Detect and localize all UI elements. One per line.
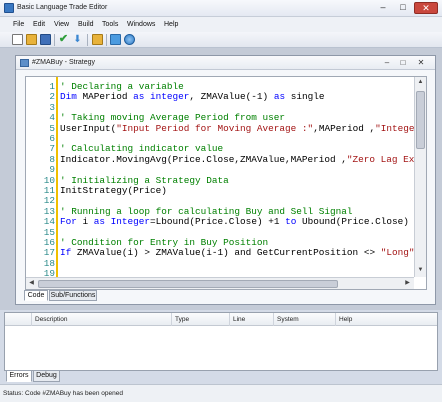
new-file-icon[interactable] — [12, 34, 23, 45]
errors-grid-header: Description Type Line System Help — [5, 313, 437, 326]
tab-sub-functions[interactable]: Sub/Functions — [49, 290, 97, 301]
scroll-right-icon[interactable]: ▶ — [402, 278, 413, 289]
horizontal-scroll-thumb[interactable] — [38, 280, 338, 288]
code-token: ' Taking moving Average Period from user — [60, 112, 286, 124]
code-token: =Lbound(Price.Close) +1 — [150, 216, 286, 228]
download-icon[interactable]: ⬇ — [72, 34, 83, 45]
tab-code[interactable]: Code — [24, 290, 48, 301]
status-bar: Status: Code #ZMABuy has been opened — [0, 384, 442, 402]
maximize-button[interactable]: □ — [394, 2, 412, 14]
code-token: , ZMAValue(-1) — [189, 91, 274, 103]
toolbar-separator — [87, 34, 88, 46]
window-title: Basic Language Trade Editor — [17, 4, 108, 11]
code-token: ' Declaring a variable — [60, 81, 184, 92]
column-help[interactable]: Help — [339, 316, 352, 323]
toolbar-separator — [54, 34, 55, 46]
minimize-button[interactable]: – — [374, 2, 392, 14]
code-token: ZMAValue(i) > ZMAValue(i-1) and GetCurre… — [71, 247, 381, 259]
code-token: Indicator.MovingAvg(Price.Close,ZMAValue… — [60, 153, 347, 165]
code-token: ,MAPeriod , — [313, 122, 376, 134]
code-token: Ubound(Price.Close) — [296, 216, 409, 228]
scroll-down-icon[interactable]: ▼ — [415, 265, 426, 276]
code-token: ' Running a loop for calculating Buy and… — [60, 205, 353, 217]
network-icon[interactable] — [124, 34, 135, 45]
code-token: UserInput( — [60, 122, 117, 134]
code-token: ' Initializing a Strategy Data — [60, 174, 229, 186]
title-bar: Basic Language Trade Editor – □ ✕ — [0, 0, 442, 17]
save-icon[interactable] — [40, 34, 51, 45]
toolbar-separator — [106, 34, 107, 46]
code-token: as — [273, 91, 286, 103]
folder-up-icon[interactable] — [92, 34, 103, 45]
scroll-left-icon[interactable]: ◀ — [26, 278, 37, 289]
menu-windows[interactable]: Windows — [127, 21, 155, 28]
scroll-up-icon[interactable]: ▲ — [415, 77, 426, 88]
code-token: "Long" — [380, 247, 414, 259]
doc-minimize-button[interactable]: – — [381, 58, 393, 68]
menu-edit[interactable]: Edit — [33, 21, 45, 28]
open-folder-icon[interactable] — [26, 34, 37, 45]
column-separator — [335, 313, 336, 326]
horizontal-scrollbar[interactable]: ◀ ▶ — [26, 277, 414, 289]
code-token: single — [285, 91, 325, 103]
column-line[interactable]: Line — [233, 316, 245, 323]
app-icon — [4, 3, 14, 13]
close-button[interactable]: ✕ — [414, 2, 438, 14]
column-description[interactable]: Description — [35, 316, 68, 323]
menu-file[interactable]: File — [13, 21, 24, 28]
menu-bar: File Edit View Build Tools Windows Help — [0, 17, 442, 32]
doc-maximize-button[interactable]: □ — [397, 58, 409, 68]
code-token: to — [285, 216, 297, 228]
column-system[interactable]: System — [277, 316, 299, 323]
code-token: as Integer — [93, 216, 151, 228]
code-token: "Integer" — [375, 122, 414, 134]
column-separator — [171, 313, 172, 326]
column-type[interactable]: Type — [175, 316, 189, 323]
errors-panel: Description Type Line System Help — [4, 312, 438, 371]
code-token: i — [76, 216, 94, 228]
check-icon[interactable]: ✔ — [58, 34, 69, 45]
column-separator — [31, 313, 32, 326]
column-separator — [273, 313, 274, 326]
code-token: ' Calculating indicator value — [60, 143, 224, 155]
code-token: Dim — [60, 91, 83, 103]
tab-debug[interactable]: Debug — [33, 370, 60, 382]
tab-errors[interactable]: Errors — [6, 370, 32, 382]
menu-help[interactable]: Help — [164, 21, 178, 28]
document-title: #ZMABuy - Strategy — [32, 59, 96, 66]
code-token: ' Condition for Entry in Buy Position — [60, 237, 269, 248]
doc-close-button[interactable]: ✕ — [415, 58, 427, 68]
image-icon[interactable] — [110, 34, 121, 45]
column-separator — [229, 313, 230, 326]
menu-build[interactable]: Build — [78, 21, 94, 28]
code-token: For — [60, 216, 77, 228]
document-icon — [20, 59, 29, 67]
code-token: "Zero Lag Expo — [346, 153, 414, 165]
document-title-bar[interactable]: #ZMABuy - Strategy – □ ✕ — [16, 56, 435, 70]
menu-view[interactable]: View — [54, 21, 69, 28]
status-text: Status: Code #ZMABuy has been opened — [3, 390, 123, 397]
toolbar: ✔ ⬇ — [0, 32, 442, 48]
code-token: MAPeriod — [82, 91, 134, 103]
document-window: #ZMABuy - Strategy – □ ✕ 1 ' Declaring a … — [15, 55, 436, 305]
code-token: as integer — [133, 91, 190, 103]
vertical-scrollbar[interactable]: ▲ ▼ — [414, 77, 426, 277]
menu-tools[interactable]: Tools — [102, 21, 118, 28]
vertical-scroll-thumb[interactable] — [416, 91, 425, 149]
code-editor[interactable]: 1 ' Declaring a variable 2 Dim MAPeriod as … — [25, 76, 427, 290]
code-token: InitStrategy(Price) — [60, 185, 167, 196]
code-token: "Input Period for Moving Average :" — [116, 122, 314, 134]
code-token: If — [60, 247, 72, 259]
